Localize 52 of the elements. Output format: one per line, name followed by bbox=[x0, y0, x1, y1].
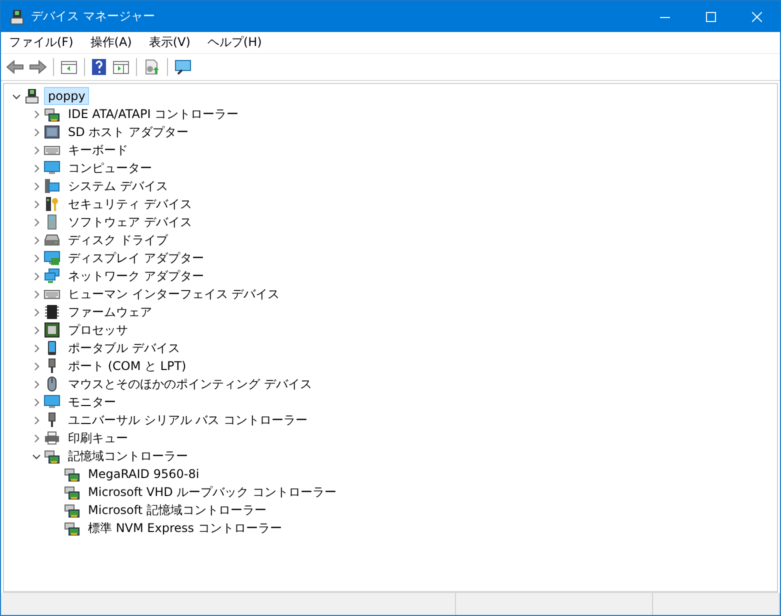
circuit-board-icon bbox=[64, 466, 80, 482]
monitor-icon bbox=[44, 394, 60, 410]
tree-item[interactable]: 印刷キュー bbox=[64, 429, 132, 447]
tree-item[interactable]: マウスとそのほかのポインティング デバイス bbox=[64, 375, 316, 393]
circuit-board-icon bbox=[64, 502, 80, 518]
tree-item[interactable]: ポータブル デバイス bbox=[64, 339, 184, 357]
menu-item[interactable]: ヘルプ(H) bbox=[201, 32, 268, 53]
tree-item[interactable]: Microsoft VHD ループバック コントローラー bbox=[84, 483, 341, 501]
tree-item[interactable]: システム デバイス bbox=[64, 177, 172, 195]
tree-item[interactable]: コンピューター bbox=[64, 159, 156, 177]
tree-item[interactable]: ネットワーク アダプター bbox=[64, 267, 208, 285]
chip-icon bbox=[44, 322, 60, 338]
tree-item[interactable]: キーボード bbox=[64, 141, 132, 159]
printer-icon bbox=[44, 430, 60, 446]
tree-item[interactable]: poppy bbox=[44, 87, 90, 105]
key-icon bbox=[44, 196, 60, 212]
menu-item[interactable]: 表示(V) bbox=[142, 32, 196, 53]
window-title: デバイス マネージャー bbox=[31, 8, 155, 25]
circuit-board-icon bbox=[44, 448, 60, 464]
card-slot-icon bbox=[44, 124, 60, 140]
tree-item[interactable]: ソフトウェア デバイス bbox=[64, 213, 196, 231]
tree-item[interactable]: ディスプレイ アダプター bbox=[64, 249, 208, 267]
tree-item[interactable]: プロセッサ bbox=[64, 321, 132, 339]
network-icon bbox=[44, 268, 60, 284]
computer-icon bbox=[24, 88, 40, 104]
tree-item[interactable]: SD ホスト アダプター bbox=[64, 123, 192, 141]
menu-item[interactable]: 操作(A) bbox=[84, 32, 138, 53]
tree-item[interactable]: ファームウェア bbox=[64, 303, 156, 321]
circuit-board-icon bbox=[64, 520, 80, 536]
tree-item[interactable]: 記憶域コントローラー bbox=[64, 447, 192, 465]
tree-item[interactable]: モニター bbox=[64, 393, 120, 411]
menu-item[interactable]: ファイル(F) bbox=[3, 32, 80, 53]
tree-item[interactable]: MegaRAID 9560-8i bbox=[84, 465, 204, 483]
help-button[interactable] bbox=[89, 56, 109, 78]
circuit-board-icon bbox=[44, 106, 60, 122]
tree-item[interactable]: セキュリティ デバイス bbox=[64, 195, 196, 213]
app-icon bbox=[9, 8, 25, 24]
circuit-board-icon bbox=[64, 484, 80, 500]
monitor-icon bbox=[44, 160, 60, 176]
drive-icon bbox=[44, 232, 60, 248]
tree-item[interactable]: ヒューマン インターフェイス デバイス bbox=[64, 285, 284, 303]
maximize-icon bbox=[706, 12, 716, 22]
monitor-icon bbox=[44, 250, 60, 266]
tree-item[interactable]: IDE ATA/ATAPI コントローラー bbox=[64, 105, 243, 123]
tree-item[interactable]: 標準 NVM Express コントローラー bbox=[84, 519, 286, 537]
computer-icon bbox=[44, 178, 60, 194]
tree-item[interactable]: Microsoft 記憶域コントローラー bbox=[84, 501, 270, 519]
tree-item[interactable]: ディスク ドライブ bbox=[64, 231, 172, 249]
tree-item[interactable]: ユニバーサル シリアル バス コントローラー bbox=[64, 411, 312, 429]
close-icon bbox=[752, 12, 762, 22]
chip-icon bbox=[44, 304, 60, 320]
tree-item[interactable]: ポート (COM と LPT) bbox=[64, 357, 190, 375]
